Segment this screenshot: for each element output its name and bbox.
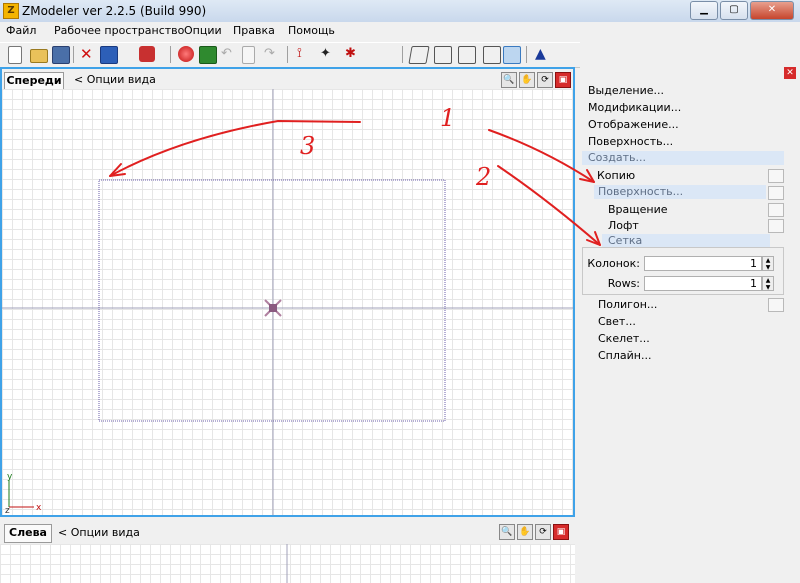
menu-workspace[interactable]: Рабочее пространство [54,24,184,37]
create-copy-toggle[interactable] [768,169,784,183]
panel-item-surface[interactable]: Поверхность... [588,135,673,148]
axis-z-label: z [5,506,10,515]
document-icon[interactable] [242,46,255,64]
new-icon[interactable] [8,46,22,64]
create-surface[interactable]: Поверхность... [594,185,766,199]
view-options[interactable]: < Опции вида [74,73,156,86]
maximize-icon[interactable]: ▣ [553,524,569,540]
select-vertex-icon[interactable]: ⟟ [297,46,313,62]
box-selected-icon[interactable] [503,46,521,64]
maximize-button[interactable]: ▢ [720,1,748,20]
panel-top-blank [580,22,800,66]
rotate-icon[interactable]: ⟳ [535,524,551,540]
rotate-icon[interactable]: ⟳ [537,72,553,88]
rows-spinner[interactable]: ▲ ▼ [762,276,774,291]
panel-close-icon[interactable]: ✕ [784,67,796,79]
panel-item-selection[interactable]: Выделение... [588,84,664,97]
redo-icon[interactable]: ↷ [264,46,280,62]
face-mode-icon[interactable] [434,46,452,64]
render-icon[interactable] [199,46,217,64]
rows-label: Rows: [607,277,640,290]
window-title: ZModeler ver 2.2.5 (Build 990) [22,4,207,18]
delete-icon[interactable]: ✕ [80,46,96,62]
viewport-grid[interactable]: y z x [2,89,573,515]
create-loft-toggle[interactable] [768,219,784,233]
create-rotation-toggle[interactable] [768,203,784,217]
axis-y-label: y [7,472,13,482]
view-options-left[interactable]: < Опции вида [58,526,140,539]
columns-spinner[interactable]: ▲ ▼ [762,256,774,271]
left-viewport-grid[interactable] [0,544,575,583]
axis-x-label: x [36,503,42,513]
vertex-mode-icon[interactable] [408,46,430,64]
maximize-icon[interactable]: ▣ [555,72,571,88]
record-icon[interactable] [178,46,194,62]
undo-icon[interactable]: ↶ [221,46,237,62]
panel-item-skeleton[interactable]: Скелет... [598,332,650,345]
create-surface-toggle[interactable] [768,186,784,200]
close-button[interactable]: ✕ [750,1,794,20]
undo-history-icon[interactable] [139,46,155,62]
minimize-button[interactable]: ▁ [690,1,718,20]
app-icon: Z [3,3,19,19]
object-mode-icon[interactable] [458,46,476,64]
menu-bar: Файл Рабочее пространство Опции Правка П… [0,22,580,41]
command-panel: ✕ Выделение... Модификации... Отображени… [580,67,800,583]
menu-help[interactable]: Помощь [288,24,335,37]
create-grid[interactable]: Сетка [602,234,770,248]
view-tab-left[interactable]: Слева [4,524,52,543]
panel-item-light[interactable]: Свет... [598,315,636,328]
polygon-toggle[interactable] [768,298,784,312]
toolbar: ✕ ↶ ↷ ⟟ ✦ ✱ ▲ [0,42,580,68]
panel-item-display[interactable]: Отображение... [588,118,679,131]
create-loft[interactable]: Лофт [608,219,639,232]
save-icon[interactable] [52,46,70,64]
front-viewport[interactable]: Спереди < Опции вида 🔍 ✋ ⟳ ▣ y z x [0,67,575,517]
select-object-icon[interactable]: ✱ [345,46,361,62]
menu-edit[interactable]: Правка [233,24,275,37]
panel-item-create[interactable]: Создать... [582,151,784,165]
grid-object-outline [98,179,446,422]
panel-item-spline[interactable]: Сплайн... [598,349,651,362]
zoom-icon[interactable]: 🔍 [501,72,517,88]
box-mode-icon[interactable] [483,46,501,64]
title-bar: Z ZModeler ver 2.2.5 (Build 990) ▁ ▢ ✕ [0,0,800,23]
columns-label: Колонок: [587,257,640,270]
left-viewport[interactable]: Слева < Опции вида 🔍 ✋ ⟳ ▣ [0,520,575,583]
zoom-icon[interactable]: 🔍 [499,524,515,540]
import-icon[interactable] [100,46,118,64]
pan-icon[interactable]: ✋ [517,524,533,540]
rows-input[interactable]: 1 [644,276,762,291]
panel-item-modifications[interactable]: Модификации... [588,101,681,114]
open-icon[interactable] [30,49,48,63]
menu-file[interactable]: Файл [6,24,36,37]
select-move-icon[interactable]: ✦ [320,46,336,62]
create-copy[interactable]: Копию [597,169,635,182]
panel-item-polygon[interactable]: Полигон... [598,298,657,311]
pan-icon[interactable]: ✋ [519,72,535,88]
create-rotation[interactable]: Вращение [608,203,668,216]
blue-arrow-icon[interactable]: ▲ [535,46,551,62]
menu-options[interactable]: Опции [184,24,222,37]
columns-input[interactable]: 1 [644,256,762,271]
